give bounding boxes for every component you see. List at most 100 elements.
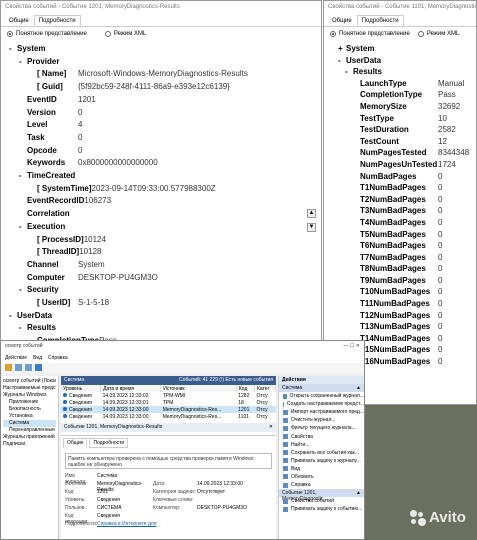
action-item[interactable]: Вид: [279, 465, 364, 473]
table-cell: 1201: [236, 406, 255, 413]
collapse-icon[interactable]: -: [338, 55, 346, 67]
folder-icon[interactable]: [5, 364, 12, 371]
tree-key: Level: [27, 120, 48, 130]
tree-value: 0: [438, 333, 443, 343]
column-header[interactable]: Дата и время: [100, 385, 162, 392]
back-icon[interactable]: [15, 364, 22, 371]
collapse-icon[interactable]: -: [19, 284, 27, 297]
action-item[interactable]: Справка: [279, 481, 364, 489]
tab-details[interactable]: Подробности: [356, 15, 404, 26]
collapse-icon[interactable]: -: [345, 66, 353, 78]
console-tree-item[interactable]: Установка: [3, 413, 56, 420]
action-item[interactable]: Фильтр текущего журнала...: [279, 424, 364, 432]
tree-row: - Security: [9, 284, 321, 297]
action-label: Привязать задачу к журналу...: [291, 457, 361, 464]
tree-key: T7NumBadPages: [360, 252, 426, 262]
column-header[interactable]: Код: [236, 385, 255, 392]
action-label: Привязать задачу к событию...: [291, 506, 363, 513]
tree-key: Security: [27, 285, 59, 295]
console-tree-item[interactable]: Журналы Windows: [3, 392, 56, 399]
radio-friendly-view[interactable]: Понятное представление: [7, 31, 87, 37]
tree-value: 0: [438, 171, 443, 181]
scroll-down-button[interactable]: ▼: [307, 223, 316, 232]
table-row[interactable]: Сведения 14.09.2023 12:33:00 MemoryDiagnos…: [61, 413, 276, 420]
tree-key: UserData: [17, 310, 53, 320]
tree-key: T4NumBadPages: [360, 217, 426, 227]
collapse-icon[interactable]: -: [19, 56, 27, 69]
console-tree-item[interactable]: Приложение: [3, 399, 56, 406]
tree-value: 0: [438, 345, 443, 355]
menu-action[interactable]: Действие: [5, 355, 27, 361]
window-title: Свойства событий - Событие 1201, MemoryD…: [1, 1, 321, 15]
tree-value: 0: [78, 132, 83, 142]
menu-help[interactable]: Справка: [48, 355, 68, 361]
property-value: [197, 513, 253, 521]
tree-key: TestCount: [360, 136, 399, 146]
action-item[interactable]: Открыть сохраненный журнал...: [279, 392, 364, 400]
console-tree-item[interactable]: Журналы приложений и сл: [3, 434, 56, 441]
collapse-icon[interactable]: -: [19, 221, 27, 234]
table-row[interactable]: Сведения 14.09.2023 12:33:00 MemoryDiagnos…: [61, 406, 276, 413]
tab-details[interactable]: Подробности: [33, 15, 81, 26]
chevron-up-icon[interactable]: ▲: [356, 385, 361, 391]
console-tree-item[interactable]: Перенаправленные соб: [3, 427, 56, 434]
expand-icon[interactable]: +: [338, 43, 346, 55]
collapse-icon[interactable]: -: [9, 310, 17, 323]
tab-details[interactable]: Подробности: [89, 438, 129, 448]
tab-general[interactable]: Общие: [4, 15, 34, 26]
window-controls[interactable]: — ☐ ✕: [344, 343, 360, 351]
action-item[interactable]: Привязать задачу к событию...: [279, 505, 364, 513]
action-icon: [283, 474, 288, 480]
tree-key: Opcode: [27, 145, 57, 155]
tree-row: T11NumBadPages 0: [338, 298, 476, 310]
tree-value: DESKTOP-PU4GM3O: [78, 272, 158, 282]
console-tree-item[interactable]: осмотр событий (Локальн: [3, 378, 56, 385]
action-label: Создать настраиваемое предст...: [286, 401, 364, 408]
table-cell: 1101: [236, 413, 254, 420]
action-item[interactable]: Найти...: [279, 441, 364, 449]
property-value[interactable]: Справка в Интернете для: [97, 521, 180, 529]
tab-general[interactable]: Общие: [327, 15, 357, 26]
action-item[interactable]: Сохранить все события как...: [279, 449, 364, 457]
chevron-up-icon[interactable]: ▲: [356, 490, 361, 496]
action-item[interactable]: Привязать задачу к журналу...: [279, 457, 364, 465]
collapse-icon[interactable]: -: [19, 322, 27, 335]
radio-xml-view[interactable]: Режим XML: [104, 31, 146, 37]
action-item[interactable]: Свойства событий: [279, 497, 364, 505]
column-header[interactable]: Катег: [254, 385, 277, 392]
console-tree-item[interactable]: Система: [3, 420, 56, 427]
table-cell: Отсу: [254, 413, 275, 420]
radio-xml-view[interactable]: Режим XML: [417, 31, 459, 37]
action-item[interactable]: Свойства: [279, 432, 364, 440]
close-icon[interactable]: ✕: [269, 424, 273, 431]
console-tree-item[interactable]: Безопасность: [3, 406, 56, 413]
action-item[interactable]: Импорт настраиваемого пред...: [279, 408, 364, 416]
events-table: Уровень Дата и время Источник Код Катег Свед…: [61, 385, 277, 420]
console-tree-item[interactable]: Настраиваемые представл: [3, 385, 56, 392]
console-tree-item[interactable]: Подписки: [3, 441, 56, 448]
forward-icon[interactable]: [25, 364, 32, 371]
table-cell: Отсу: [254, 399, 275, 406]
table-row[interactable]: Сведения 14.09.2023 12:33:02 TPM-WMI 1282 От…: [61, 392, 276, 399]
log-header: Система Событий: 41 229 (!) Есть новые со…: [61, 376, 276, 385]
tree-value: 0: [438, 229, 443, 239]
cell-text: Отсу: [256, 406, 268, 413]
action-item[interactable]: Создать настраиваемое предст...: [279, 400, 364, 408]
tree-row: Version 0: [9, 107, 321, 120]
table-row[interactable]: Сведения 14.09.2023 12:33:01 TPM 18 Отсу: [61, 399, 276, 406]
menu-view[interactable]: Вид: [33, 355, 42, 361]
collapse-icon[interactable]: -: [9, 43, 17, 56]
help-icon[interactable]: [35, 364, 42, 371]
tree-value: 0: [438, 322, 443, 332]
details-tree: - System - Provider[ Name] Microsoft-Windows…: [1, 41, 321, 344]
toolbar: [1, 363, 364, 373]
radio-friendly-view[interactable]: Понятное представление: [330, 31, 410, 37]
tab-general[interactable]: Общие: [63, 438, 88, 448]
column-header[interactable]: Источник: [160, 385, 237, 392]
event-properties: Имя журнала: Система Источник: MemoryDiagno…: [61, 472, 276, 530]
action-item[interactable]: Очистить журнал...: [279, 416, 364, 424]
action-item[interactable]: Обновить: [279, 473, 364, 481]
column-header[interactable]: Уровень: [61, 385, 102, 392]
scroll-up-button[interactable]: ▲: [307, 209, 316, 218]
collapse-icon[interactable]: -: [19, 170, 27, 183]
